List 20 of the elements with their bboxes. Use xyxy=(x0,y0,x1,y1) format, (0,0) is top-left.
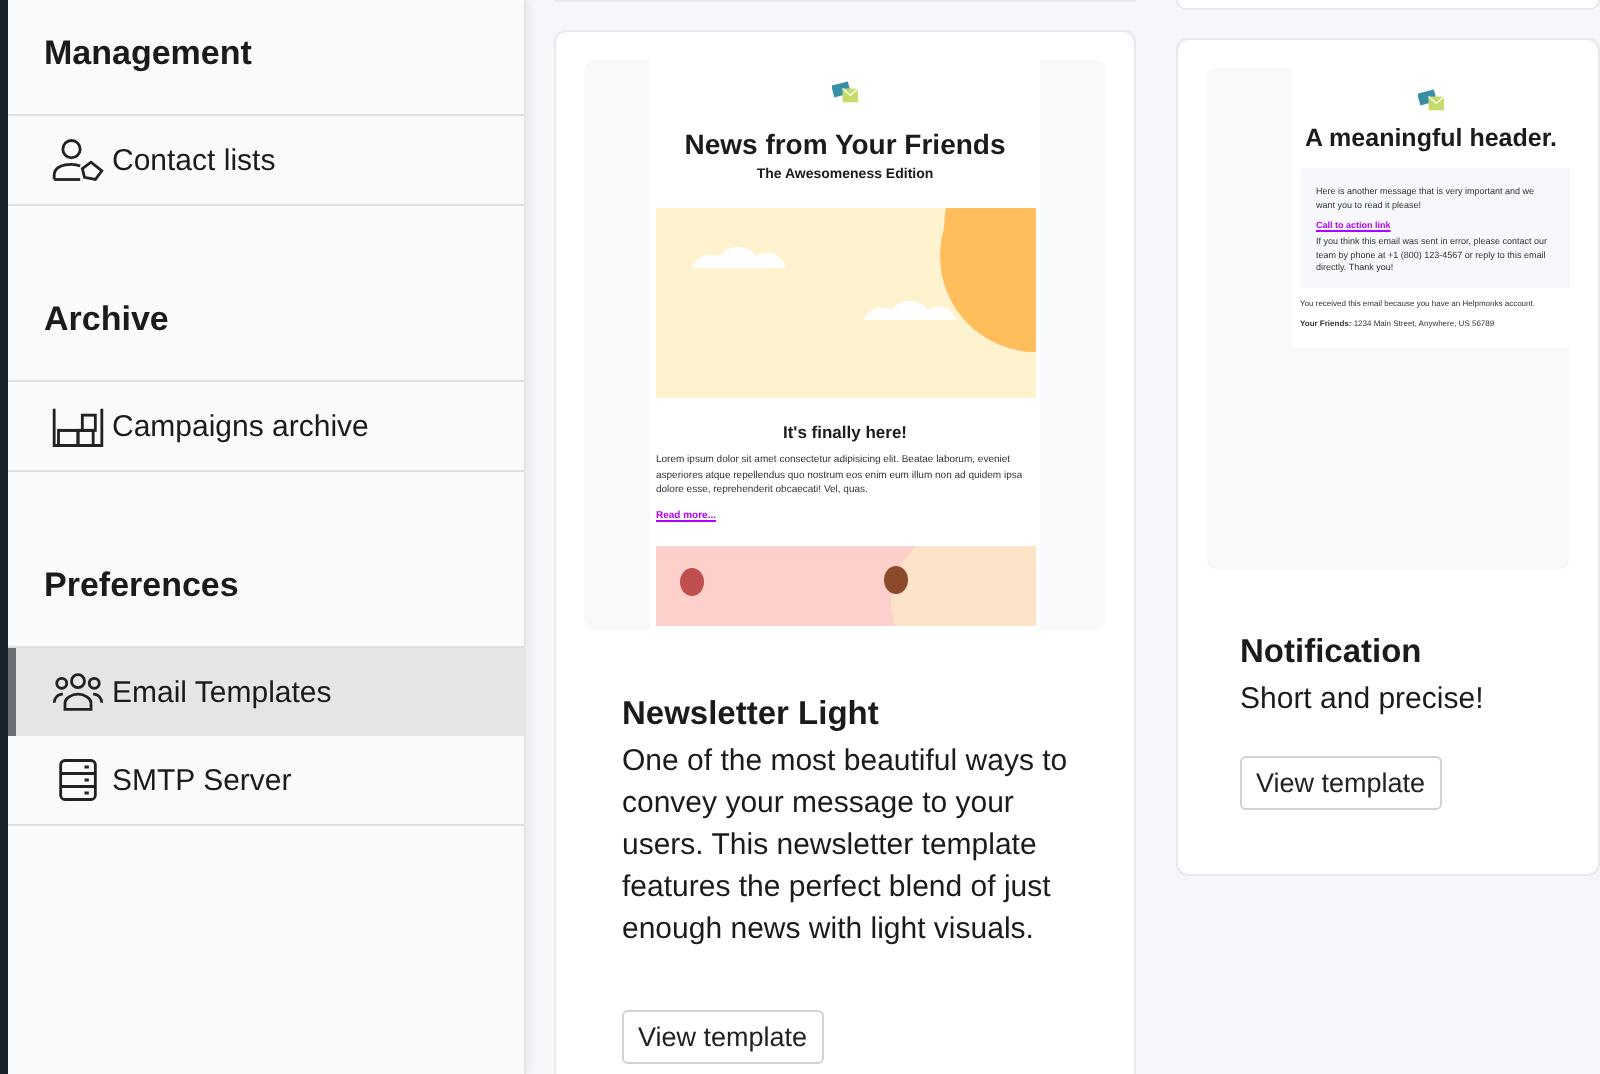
template-description: One of the most beautiful ways to convey your message to your users. This newsletter template features the perfect blend of just enough news with light visuals. xyxy=(622,742,1068,950)
template-description: Short and precise! xyxy=(1240,680,1486,720)
view-template-button[interactable]: View template xyxy=(1240,756,1442,810)
section-heading: Management xyxy=(8,0,524,116)
email-title: A meaningful header. xyxy=(1305,124,1557,152)
boxes-icon xyxy=(52,404,104,448)
email-title: News from Your Friends xyxy=(684,128,1006,160)
view-template-button[interactable]: View template xyxy=(622,1010,824,1064)
people-icon xyxy=(52,670,104,714)
user-tag-icon xyxy=(52,138,104,182)
envelopes-icon xyxy=(831,80,859,104)
sidebar-item[interactable]: Campaigns archive xyxy=(8,382,524,470)
envelopes-icon xyxy=(1417,88,1445,112)
template-name: Notification xyxy=(1240,634,1424,672)
sidebar-item[interactable]: Contact lists xyxy=(8,116,524,204)
email-heading: It's finally here! xyxy=(782,422,907,442)
sidebar-item[interactable]: SMTP Server xyxy=(8,736,524,824)
sidebar-item[interactable]: Email Templates xyxy=(8,648,524,736)
section-heading: Archive xyxy=(8,206,524,382)
template-name: Newsletter Light xyxy=(622,696,881,734)
